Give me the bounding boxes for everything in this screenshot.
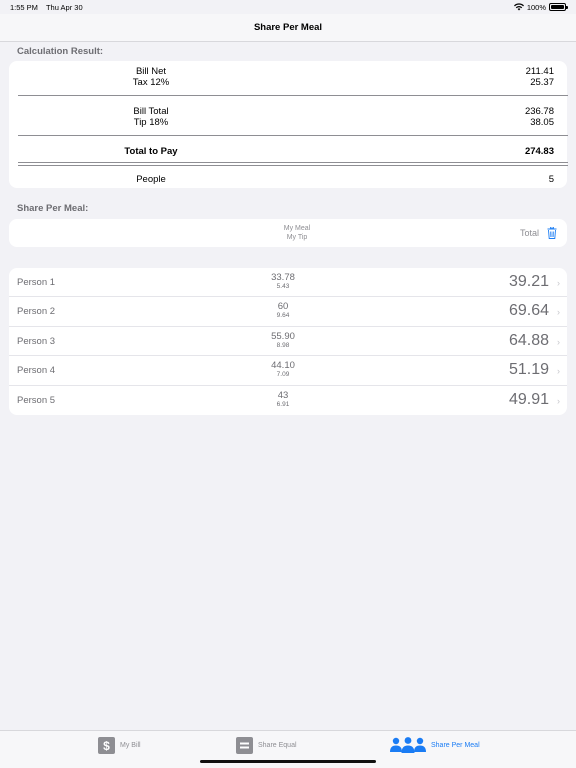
status-date: Thu Apr 30 (45, 2, 83, 12)
battery-percent: 100% (526, 2, 546, 12)
person-name: Person 4 (17, 365, 56, 377)
tip-value: 38.05 (530, 117, 554, 128)
double-divider (18, 162, 568, 166)
person-total: 69.64 (508, 302, 549, 320)
tab-bar: $ My Bill Share Equal Share Per Meal (0, 730, 576, 768)
person-meal-tip: 44.10 7.09 (229, 360, 337, 379)
wifi-icon (513, 3, 524, 11)
people-label: People (136, 174, 166, 185)
total-header: Total (519, 228, 539, 238)
share-section-header: Share Per Meal: (17, 203, 89, 214)
person-meal-tip: 55.90 8.98 (229, 331, 337, 350)
persons-list: Person 1 33.78 5.43 39.21 › Person 2 60 … (9, 268, 567, 415)
bill-net-label: Bill Net (135, 66, 167, 77)
status-time: 1:55 PM (10, 2, 38, 12)
person-meal: 33.78 (271, 272, 295, 283)
my-tip-header: My Tip (286, 234, 308, 241)
equals-icon (236, 737, 253, 754)
calc-section-header: Calculation Result: (17, 46, 104, 57)
person-meal-tip: 33.78 5.43 (229, 272, 337, 291)
battery-icon (549, 3, 568, 11)
person-tip: 5.43 (276, 283, 290, 290)
person-tip: 7.09 (276, 371, 290, 379)
tab-label: Share Equal (258, 742, 297, 749)
tab-my-bill[interactable]: $ My Bill (98, 737, 141, 754)
status-bar: 1:55 PM Thu Apr 30 100% (0, 0, 576, 14)
my-meal-header: My Meal (283, 225, 311, 232)
person-meal: 43 (277, 389, 289, 401)
people-value: 5 (548, 174, 554, 185)
person-name: Person 5 (17, 394, 56, 406)
bill-total-value: 236.78 (524, 106, 554, 117)
total-label: Total to Pay (124, 146, 178, 157)
tax-value: 25.37 (530, 77, 554, 88)
person-total: 39.21 (508, 273, 549, 290)
trash-icon[interactable] (547, 227, 557, 239)
person-tip: 6.91 (276, 400, 290, 408)
tip-label: Tip 18% (133, 117, 169, 128)
bill-net-value: 211.41 (525, 66, 554, 77)
divider (18, 95, 568, 96)
person-meal: 60 (277, 301, 289, 313)
tab-share-per-meal[interactable]: Share Per Meal (390, 737, 480, 754)
person-meal-tip: 43 6.91 (229, 390, 337, 409)
people-icon (390, 737, 426, 753)
person-row[interactable]: Person 3 55.90 8.98 64.88 › (9, 327, 567, 357)
home-indicator[interactable] (200, 760, 376, 763)
person-name: Person 2 (17, 306, 56, 318)
chevron-right-icon: › (557, 278, 560, 288)
person-meal-tip: 60 9.64 (229, 301, 337, 320)
total-value: 274.83 (524, 146, 554, 157)
person-total: 49.91 (508, 390, 549, 408)
person-name: Person 3 (17, 335, 56, 347)
person-total: 64.88 (508, 331, 549, 349)
person-meal: 55.90 (271, 330, 295, 342)
person-row[interactable]: Person 1 33.78 5.43 39.21 › (9, 268, 567, 298)
person-name: Person 1 (17, 277, 56, 288)
person-tip: 8.98 (276, 341, 290, 349)
tab-share-equal[interactable]: Share Equal (236, 737, 297, 754)
bill-total-label: Bill Total (133, 106, 169, 117)
person-tip: 9.64 (276, 312, 290, 320)
chevron-right-icon: › (557, 395, 560, 406)
dollar-icon: $ (98, 737, 115, 754)
person-row[interactable]: Person 2 60 9.64 69.64 › (9, 297, 567, 327)
chevron-right-icon: › (557, 336, 560, 347)
tab-label: My Bill (120, 742, 141, 749)
divider (18, 135, 568, 136)
chevron-right-icon: › (557, 366, 560, 377)
person-row[interactable]: Person 5 43 6.91 49.91 › (9, 386, 567, 415)
person-meal: 44.10 (271, 360, 295, 372)
share-header-card: My Meal My Tip Total (9, 219, 567, 247)
calculation-card: Bill Net 211.41 Tax 12% 25.37 Bill Total… (9, 61, 568, 188)
page-title: Share Per Meal (253, 22, 323, 33)
tax-label: Tax 12% (132, 77, 170, 88)
nav-bar: Share Per Meal (0, 14, 576, 42)
person-row[interactable]: Person 4 44.10 7.09 51.19 › (9, 356, 567, 386)
tab-label: Share Per Meal (431, 742, 480, 749)
chevron-right-icon: › (557, 307, 560, 318)
share-column-header: My Meal My Tip (9, 224, 576, 242)
person-total: 51.19 (508, 361, 549, 379)
